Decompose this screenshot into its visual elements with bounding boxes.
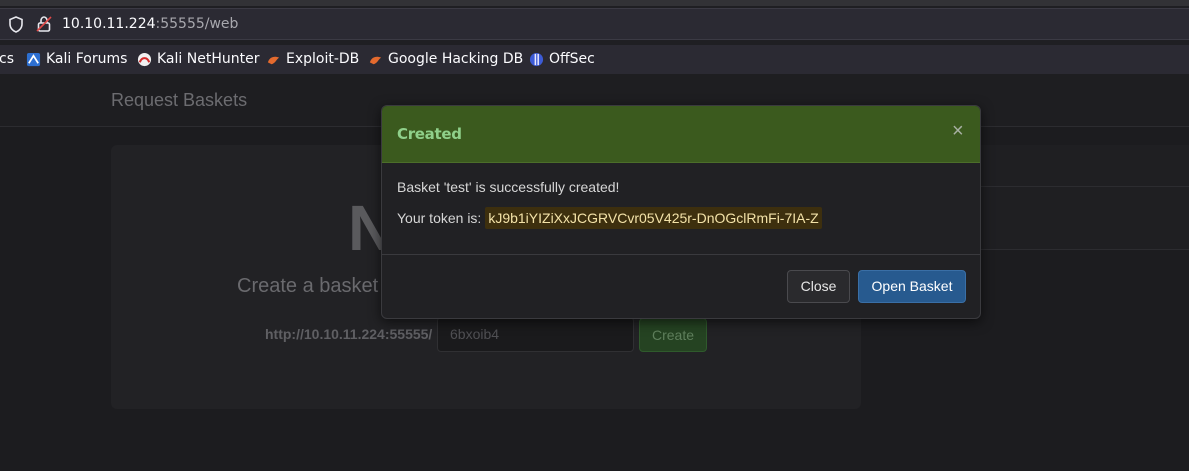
url-path: :55555/web <box>155 16 239 32</box>
offsec-icon <box>529 52 544 66</box>
side-panel <box>960 145 1189 250</box>
bookmark-label: Exploit-DB <box>286 51 360 67</box>
dialog-header: Created × <box>382 106 980 163</box>
url-host: 10.10.11.224 <box>62 16 156 32</box>
basket-name-input[interactable]: 6bxoib4 <box>437 317 634 352</box>
dialog-title: Created <box>397 125 462 143</box>
browser-toolbar: 10.10.11.224:55555/web <box>0 0 1189 45</box>
create-basket-subhead: Create a basket <box>237 275 379 297</box>
shield-icon[interactable] <box>8 16 24 38</box>
create-button[interactable]: Create <box>639 318 707 352</box>
tab-strip-edge <box>0 0 1189 6</box>
close-icon[interactable]: × <box>952 120 964 143</box>
url-text[interactable]: 10.10.11.224:55555/web <box>62 16 238 32</box>
close-button[interactable]: Close <box>787 270 850 303</box>
exploit-db-icon <box>267 56 280 64</box>
bookmark-kali-forums[interactable]: Kali Forums <box>26 51 127 67</box>
bookmark-label: cs <box>0 51 14 67</box>
token-line: Your token is: kJ9b1iYIZiXxJCGRVCvr05V42… <box>397 207 822 229</box>
bookmark-kali-docs[interactable]: cs <box>0 51 14 67</box>
bookmark-ghdb[interactable]: Google Hacking DB <box>368 51 523 67</box>
bookmark-offsec[interactable]: OffSec <box>529 51 595 67</box>
token-label: Your token is: <box>397 210 482 226</box>
kali-nethunter-icon <box>137 52 152 66</box>
bookmark-label: Kali NetHunter <box>157 51 260 67</box>
bookmark-label: Google Hacking DB <box>388 51 524 67</box>
created-dialog: Created × Basket 'test' is successfully … <box>381 105 981 319</box>
success-message: Basket 'test' is successfully created! <box>397 179 620 195</box>
bookmark-exploit-db[interactable]: Exploit-DB <box>266 51 359 67</box>
brand-link[interactable]: Request Baskets <box>111 90 247 111</box>
bookmark-label: OffSec <box>549 51 595 67</box>
bookmark-label: Kali Forums <box>46 51 128 67</box>
token-value[interactable]: kJ9b1iYIZiXxJCGRVCvr05V425r-DnOGclRmFi-7… <box>485 207 822 229</box>
basket-url-prefix: http://10.10.11.224:55555/ <box>265 326 433 342</box>
open-basket-button[interactable]: Open Basket <box>858 270 966 303</box>
lock-icon[interactable] <box>36 15 52 38</box>
bookmark-kali-nethunter[interactable]: Kali NetHunter <box>137 51 259 67</box>
side-panel-divider <box>960 249 1189 250</box>
dialog-footer-divider <box>382 254 980 255</box>
side-panel-divider <box>960 186 1189 187</box>
bookmarks-bar: cs Kali Forums Kali NetHunter Exploit-DB… <box>0 45 1189 74</box>
kali-forums-icon <box>26 52 41 66</box>
ghdb-icon <box>369 56 382 64</box>
